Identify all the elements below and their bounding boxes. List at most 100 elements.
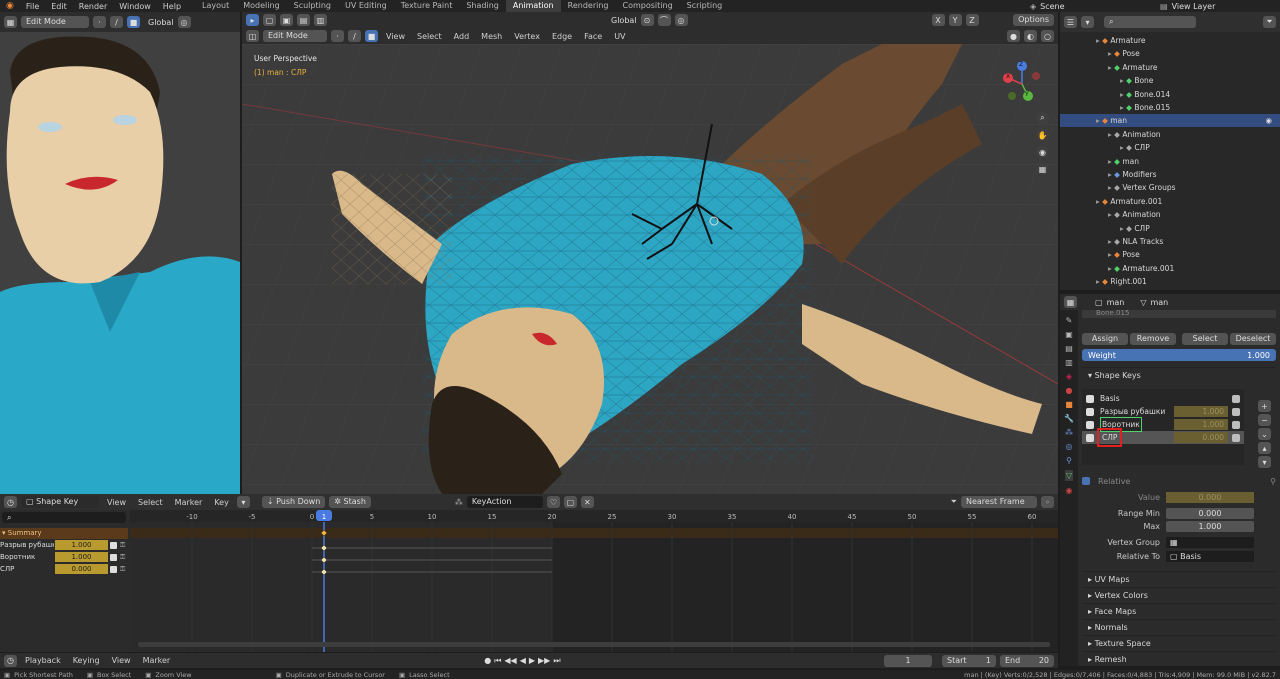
channel-value[interactable]: 1.000 [55,540,108,550]
left-mode-select[interactable]: Edit Mode [21,16,89,28]
output-tab-icon[interactable]: ▤ [1065,344,1073,353]
scene-selector[interactable]: ◈ Scene [1030,0,1065,12]
start-frame-field[interactable]: Start 1 [942,654,996,667]
vp-menu-add[interactable]: Add [450,32,474,41]
filter-funnel-icon[interactable]: ⏷ [951,497,957,507]
visibility-eye-icon[interactable]: ◉ [1265,114,1272,127]
outliner-editor-icon[interactable]: ☰ [1064,16,1077,28]
shading-material-icon[interactable]: ◐ [1024,30,1037,42]
outliner-row[interactable]: ▸ ◆ Bone [1060,74,1280,87]
proportional-icon[interactable]: ◎ [177,16,191,28]
select-subtract-icon[interactable]: ▤ [297,14,310,26]
add-shape-key-icon[interactable]: + [1258,400,1271,412]
outliner-row[interactable]: ▸ ◆ man ◉ [1060,114,1280,128]
channel-lock-icon[interactable]: ⚿ [120,564,125,575]
end-frame-field[interactable]: End 20 [1000,654,1054,667]
menu-help[interactable]: Help [157,2,187,11]
dopesheet-channel[interactable]: Воротник 1.000 ⚿ [0,552,128,563]
relative-checkbox[interactable] [1082,477,1090,485]
shape-keys-panel-header[interactable]: ▾ Shape Keys [1082,367,1276,383]
tab-texture-paint[interactable]: Texture Paint [394,0,460,12]
zoom-icon[interactable]: ⌕ [1036,112,1049,124]
vp-vertex-select-icon[interactable]: · [331,30,344,42]
collapsed-panel-header[interactable]: ▸ UV Maps [1082,571,1276,587]
move-up-icon[interactable]: ▴ [1258,442,1271,454]
left-orientation[interactable]: Global [148,18,174,27]
select-tool-icon[interactable]: ▸ [246,14,259,26]
tab-sculpting[interactable]: Sculpting [287,0,338,12]
stash-button[interactable]: ✲ Stash [329,496,371,508]
tab-scripting[interactable]: Scripting [680,0,730,12]
select-invert-icon[interactable]: ▥ [314,14,327,26]
viewport-mode-select[interactable]: Edit Mode [263,30,327,42]
play-reverse-icon[interactable]: ◀ [520,656,526,665]
outliner-row[interactable]: ▸ ◆ Bone.015 [1060,101,1280,114]
outliner-search-input[interactable]: ⌕ [1104,16,1196,28]
vertex-group-field[interactable]: ▦ [1166,537,1254,548]
channel-value[interactable]: 0.000 [55,564,108,574]
shape-key-mute-checkbox[interactable] [1232,433,1240,442]
unlink-action-icon[interactable]: ✕ [580,496,594,508]
channel-lock-icon[interactable]: ⚿ [120,552,125,563]
ds-menu-view[interactable]: View [103,498,130,507]
outliner-row[interactable]: ▸ ◆ Armature.001 [1060,262,1280,275]
shape-key-mute-checkbox[interactable] [1232,394,1240,403]
ds-menu-key[interactable]: Key [210,498,233,507]
new-action-icon[interactable]: ▢ [563,496,577,508]
action-name-field[interactable]: KeyAction [466,496,543,508]
ds-menu-select[interactable]: Select [134,498,167,507]
proportional-ds-icon[interactable]: ◦ [1041,496,1054,508]
dopesheet-mode-select[interactable]: ▢ Shape Key Editor [21,496,99,518]
vp-face-select-icon[interactable]: ■ [365,30,378,42]
outliner-row[interactable]: ▸ ◆ Modifiers [1060,168,1280,181]
assign-button[interactable]: Assign [1082,333,1128,345]
shape-key-row[interactable]: СЛР 0.000 [1082,428,1244,447]
vertex-select-icon[interactable]: · [93,16,106,28]
vp-menu-face[interactable]: Face [580,32,606,41]
vp-menu-select[interactable]: Select [413,32,446,41]
outliner-row[interactable]: ▸ ◆ Armature.001 [1060,195,1280,208]
current-frame-field[interactable]: 1 [884,654,932,667]
value-field[interactable]: 0.000 [1166,492,1254,503]
outliner-row[interactable]: ▸ ◆ Animation [1060,208,1280,221]
object-tab-icon[interactable]: ■ [1065,400,1073,409]
pb-menu-marker[interactable]: Marker [139,656,175,665]
select-box-icon[interactable]: ▢ [263,14,276,26]
pivot-icon[interactable]: ⊙ [640,14,654,26]
play-icon[interactable]: ▶ [529,656,535,665]
shape-key-row[interactable]: Воротник 1.000 [1082,417,1244,432]
menu-file[interactable]: File [20,2,45,11]
vp-menu-edge[interactable]: Edge [548,32,576,41]
dopesheet-channel[interactable]: Разрыв рубашки1.000 ⚿ [0,540,128,551]
interpolation-icon[interactable]: ▾ [236,496,250,508]
particles-tab-icon[interactable]: ⁂ [1065,428,1073,437]
filter-icon[interactable]: ⏷ [1263,16,1276,28]
perspective-toggle-icon[interactable]: ▦ [1036,163,1049,175]
tab-uv-editing[interactable]: UV Editing [338,0,394,12]
collapsed-panel-header[interactable]: ▸ Normals [1082,619,1276,635]
navigation-gizmo[interactable]: Z X Y [1000,60,1044,104]
camera-view-icon[interactable]: ◉ [1036,146,1049,158]
shape-key-value[interactable]: 1.000 [1174,406,1228,417]
select-button[interactable]: Select [1182,333,1228,345]
outliner-row[interactable]: ▸ ◆ Bone.014 [1060,88,1280,101]
pb-menu-keying[interactable]: Keying [69,656,104,665]
face-select-icon[interactable]: ■ [127,16,140,28]
pin-icon[interactable]: ⚲ [1270,477,1276,486]
shading-solid-icon[interactable]: ● [1007,30,1020,42]
range-min-field[interactable]: 0.000 [1166,508,1254,519]
proportional-edit-icon[interactable]: ◎ [674,14,688,26]
viewport-orientation[interactable]: Global [611,16,637,25]
camera-view-area[interactable]: ▦ Edit Mode · / ■ Global ◎ [0,12,240,494]
mirror-x-icon[interactable]: X [931,14,945,26]
channel-value[interactable]: 1.000 [55,552,108,562]
world-tab-icon[interactable]: ● [1066,386,1073,395]
channel-mute-checkbox[interactable] [110,542,117,549]
mirror-z-icon[interactable]: Z [965,14,979,26]
outliner-row[interactable]: ▸ ◆ Pose [1060,248,1280,261]
shape-key-value[interactable] [1174,393,1228,404]
snap-mode-select[interactable]: Nearest Frame [961,496,1037,508]
move-down-icon[interactable]: ▾ [1258,456,1271,468]
vp-edge-select-icon[interactable]: / [348,30,361,42]
menu-edit[interactable]: Edit [45,2,73,11]
